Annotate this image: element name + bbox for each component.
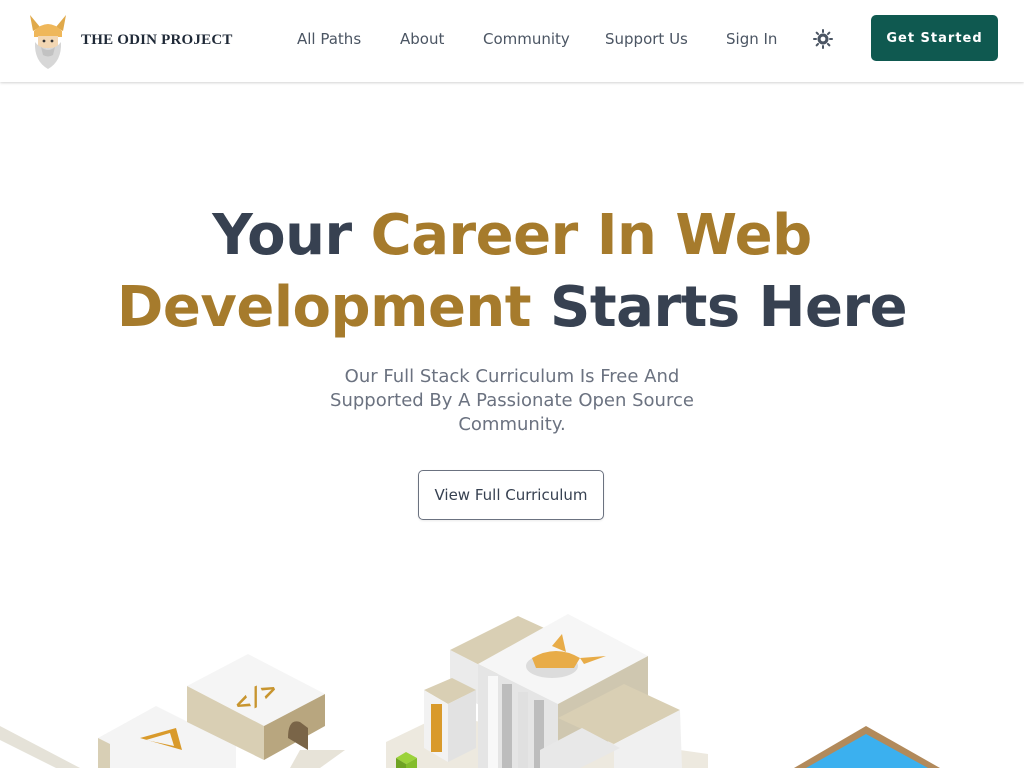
logo-link[interactable]: THE ODIN PROJECT	[24, 9, 233, 71]
nav-link-sign-in[interactable]: Sign In	[726, 30, 777, 48]
isometric-city-illustration: </>	[0, 614, 940, 768]
hero-title-part2: Starts Here	[531, 275, 908, 340]
hero-title: Your Career In Web Development Starts He…	[0, 200, 1024, 344]
hero-subtitle: Our Full Stack Curriculum Is Free And Su…	[330, 366, 694, 435]
nav-link-all-paths[interactable]: All Paths	[297, 30, 361, 48]
nav-link-support-us[interactable]: Support Us	[605, 30, 688, 48]
nav-link-community[interactable]: Community	[483, 30, 570, 48]
logo-text: THE ODIN PROJECT	[81, 31, 233, 48]
get-started-button[interactable]: Get Started	[871, 15, 998, 61]
hero-title-highlight2: Development	[116, 275, 532, 340]
navbar: THE ODIN PROJECT All Paths About Communi…	[0, 0, 1024, 82]
sun-icon[interactable]	[812, 28, 834, 50]
view-full-curriculum-button[interactable]: View Full Curriculum	[418, 470, 604, 520]
odin-logo-icon	[30, 15, 66, 69]
nav-link-about[interactable]: About	[400, 30, 444, 48]
hero-title-part1: Your	[212, 203, 371, 268]
hero-title-highlight1: Career In Web	[370, 203, 813, 268]
